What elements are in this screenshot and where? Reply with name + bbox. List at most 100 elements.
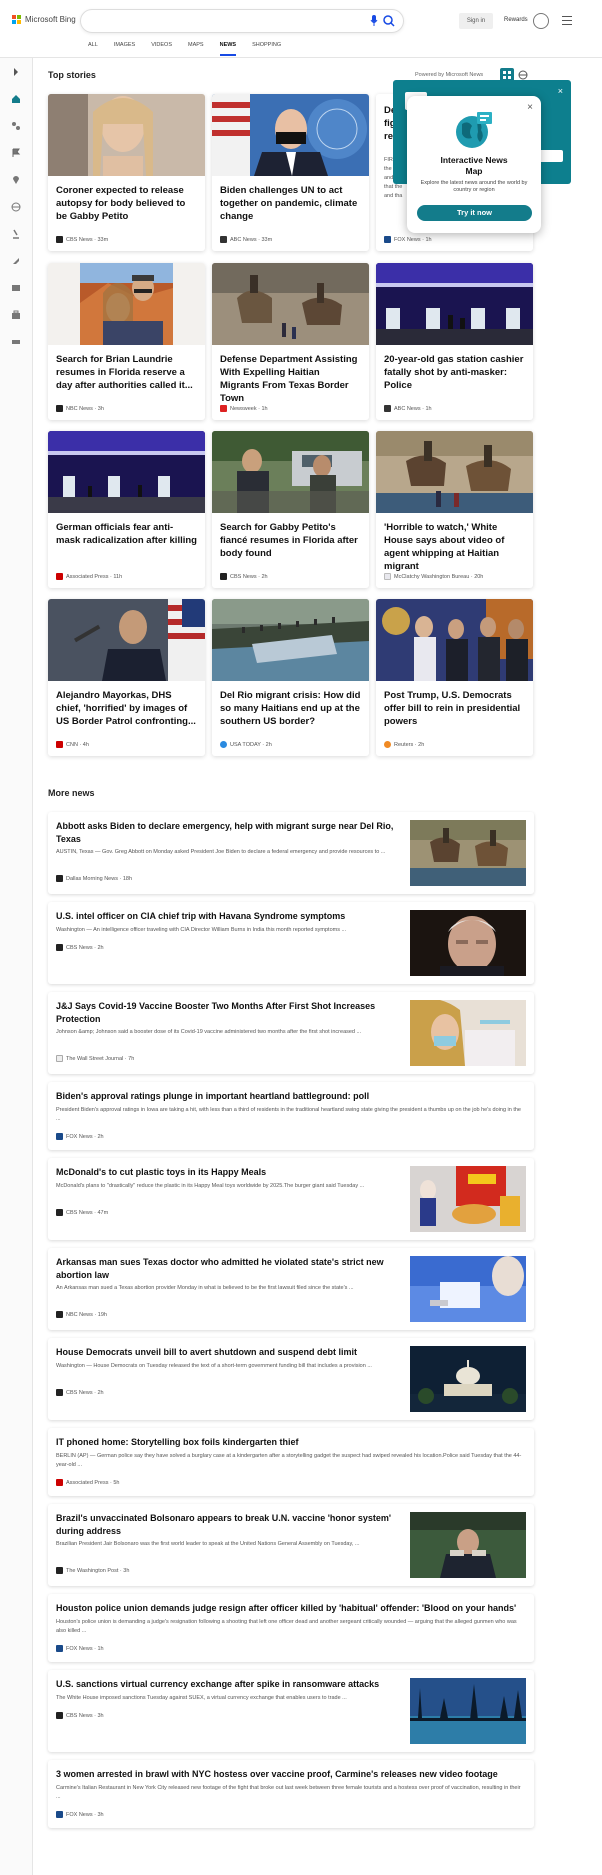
story-source: CNN · 4h xyxy=(56,741,89,748)
film-icon[interactable] xyxy=(11,283,21,293)
story-title[interactable]: Coroner expected to release autopsy for … xyxy=(56,184,197,223)
news-title[interactable]: Houston police union demands judge resig… xyxy=(56,1602,526,1615)
story-title[interactable]: Biden challenges UN to act together on p… xyxy=(220,184,361,223)
news-title[interactable]: IT phoned home: Storytelling box foils k… xyxy=(56,1436,526,1449)
left-rail xyxy=(0,58,33,1875)
rocket-icon[interactable] xyxy=(11,256,21,266)
tab-videos[interactable]: VIDEOS xyxy=(143,42,180,56)
story-card[interactable]: 'Horrible to watch,' White House says ab… xyxy=(376,431,533,588)
tab-news[interactable]: NEWS xyxy=(212,42,245,56)
news-item[interactable]: U.S. intel officer on CIA chief trip wit… xyxy=(48,902,534,984)
news-snippet: Brazilian President Jair Bolsonaro was t… xyxy=(56,1541,360,1547)
news-title[interactable]: J&J Says Covid-19 Vaccine Booster Two Mo… xyxy=(56,1000,400,1026)
microphone-icon[interactable] xyxy=(370,15,378,26)
news-item[interactable]: IT phoned home: Storytelling box foils k… xyxy=(48,1428,534,1496)
story-card[interactable]: Coroner expected to release autopsy for … xyxy=(48,94,205,251)
home-icon[interactable] xyxy=(11,94,21,104)
rewards-label[interactable]: Rewards xyxy=(504,17,528,23)
news-snippet: Johnson &amp; Johnson said a booster dos… xyxy=(56,1029,362,1035)
source-logo-icon xyxy=(56,1645,63,1652)
story-title[interactable]: 20-year-old gas station cashier fatally … xyxy=(384,353,525,392)
story-image xyxy=(376,431,533,513)
story-title[interactable]: 'Horrible to watch,' White House says ab… xyxy=(384,521,525,573)
abc-logo-icon xyxy=(220,236,227,243)
news-source: FOX News · 2h xyxy=(56,1133,104,1140)
news-item[interactable]: Arkansas man sues Texas doctor who admit… xyxy=(48,1248,534,1330)
news-item[interactable]: House Democrats unveil bill to avert shu… xyxy=(48,1338,534,1420)
story-card[interactable]: Search for Gabby Petito's fiancé resumes… xyxy=(212,431,369,588)
sign-in-button[interactable]: Sign in xyxy=(459,13,493,29)
story-title[interactable]: Search for Gabby Petito's fiancé resumes… xyxy=(220,521,361,560)
news-item[interactable]: McDonald's to cut plastic toys in its Ha… xyxy=(48,1158,534,1240)
news-item[interactable]: J&J Says Covid-19 Vaccine Booster Two Mo… xyxy=(48,992,534,1074)
news-title[interactable]: Abbott asks Biden to declare emergency, … xyxy=(56,820,400,846)
flag-icon[interactable] xyxy=(11,148,21,158)
news-source: CBS News · 47m xyxy=(56,1209,108,1216)
story-title[interactable]: Search for Brian Laundrie resumes in Flo… xyxy=(56,353,197,392)
menu-icon[interactable] xyxy=(562,16,572,25)
location-icon[interactable] xyxy=(11,175,21,185)
news-title[interactable]: U.S. sanctions virtual currency exchange… xyxy=(56,1678,400,1691)
news-item[interactable]: Abbott asks Biden to declare emergency, … xyxy=(48,812,534,894)
news-title[interactable]: McDonald's to cut plastic toys in its Ha… xyxy=(56,1166,400,1179)
news-title[interactable]: U.S. intel officer on CIA chief trip wit… xyxy=(56,910,400,923)
source-logo-icon xyxy=(56,1712,63,1719)
news-title[interactable]: Arkansas man sues Texas doctor who admit… xyxy=(56,1256,400,1282)
bing-logo[interactable]: Microsoft Bing xyxy=(12,15,76,24)
story-image xyxy=(376,599,533,681)
story-card[interactable]: Search for Brian Laundrie resumes in Flo… xyxy=(48,263,205,420)
ap-logo-icon xyxy=(56,573,63,580)
story-card[interactable]: Biden challenges UN to act together on p… xyxy=(212,94,369,251)
news-source: CBS News · 2h xyxy=(56,1389,104,1396)
news-item[interactable]: U.S. sanctions virtual currency exchange… xyxy=(48,1670,534,1752)
close-icon[interactable]: × xyxy=(527,102,533,113)
tab-images[interactable]: IMAGES xyxy=(106,42,143,56)
story-title[interactable]: Alejandro Mayorkas, DHS chief, 'horrifie… xyxy=(56,689,197,728)
story-source: Reuters · 2h xyxy=(384,741,424,748)
news-item[interactable]: Biden's approval ratings plunge in impor… xyxy=(48,1082,534,1150)
news-title[interactable]: Brazil's unvaccinated Bolsonaro appears … xyxy=(56,1512,400,1538)
story-card[interactable]: Defense Department Assisting With Expell… xyxy=(212,263,369,420)
banner-close-icon[interactable]: × xyxy=(558,86,563,96)
globe-icon[interactable] xyxy=(11,202,21,212)
news-snippet: President Biden's approval ratings in Io… xyxy=(56,1107,521,1122)
story-source: Newsweek · 1h xyxy=(220,405,268,412)
tab-all[interactable]: ALL xyxy=(80,42,106,56)
header: Microsoft Bing Sign in Rewards ALL IMAGE… xyxy=(0,0,602,58)
briefcase-icon[interactable] xyxy=(11,310,21,320)
search-icon[interactable] xyxy=(383,15,395,27)
news-snippet: McDonald's plans to "drastically" reduce… xyxy=(56,1183,365,1189)
sports-icon[interactable] xyxy=(11,121,21,131)
more-news-title: More news xyxy=(48,788,95,798)
story-image xyxy=(212,431,369,513)
source-logo-icon xyxy=(56,1133,63,1140)
trophy-icon[interactable] xyxy=(533,13,549,29)
story-title[interactable]: German officials fear anti-mask radicali… xyxy=(56,521,197,547)
search-box[interactable] xyxy=(80,9,404,33)
expand-icon[interactable] xyxy=(11,67,21,77)
news-title[interactable]: Biden's approval ratings plunge in impor… xyxy=(56,1090,526,1103)
story-title[interactable]: Del Rio migrant crisis: How did so many … xyxy=(220,689,361,728)
news-snippet: An Arkansas man sued a Texas abortion pr… xyxy=(56,1285,354,1291)
story-card[interactable]: German officials fear anti-mask radicali… xyxy=(48,431,205,588)
popup-title: Interactive News Map xyxy=(440,155,508,176)
story-card[interactable]: Alejandro Mayorkas, DHS chief, 'horrifie… xyxy=(48,599,205,756)
story-card[interactable]: 20-year-old gas station cashier fatally … xyxy=(376,263,533,420)
try-it-now-button[interactable]: Try it now xyxy=(417,205,532,221)
story-card[interactable]: Post Trump, U.S. Democrats offer bill to… xyxy=(376,599,533,756)
story-card[interactable]: Del Rio migrant crisis: How did so many … xyxy=(212,599,369,756)
story-title[interactable]: Post Trump, U.S. Democrats offer bill to… xyxy=(384,689,525,728)
news-title[interactable]: House Democrats unveil bill to avert shu… xyxy=(56,1346,400,1359)
news-item[interactable]: Houston police union demands judge resig… xyxy=(48,1594,534,1662)
news-title[interactable]: 3 women arrested in brawl with NYC hoste… xyxy=(56,1768,526,1781)
story-title[interactable]: Defense Department Assisting With Expell… xyxy=(220,353,361,405)
news-thumbnail xyxy=(410,1166,526,1232)
powered-by: Powered by Microsoft News xyxy=(415,72,484,78)
tab-maps[interactable]: MAPS xyxy=(180,42,212,56)
news-item[interactable]: 3 women arrested in brawl with NYC hoste… xyxy=(48,1760,534,1828)
story-source: CBS News · 33m xyxy=(56,236,108,243)
microscope-icon[interactable] xyxy=(11,229,21,239)
tab-shopping[interactable]: SHOPPING xyxy=(244,42,289,56)
news-item[interactable]: Brazil's unvaccinated Bolsonaro appears … xyxy=(48,1504,534,1586)
car-icon[interactable] xyxy=(11,337,21,347)
